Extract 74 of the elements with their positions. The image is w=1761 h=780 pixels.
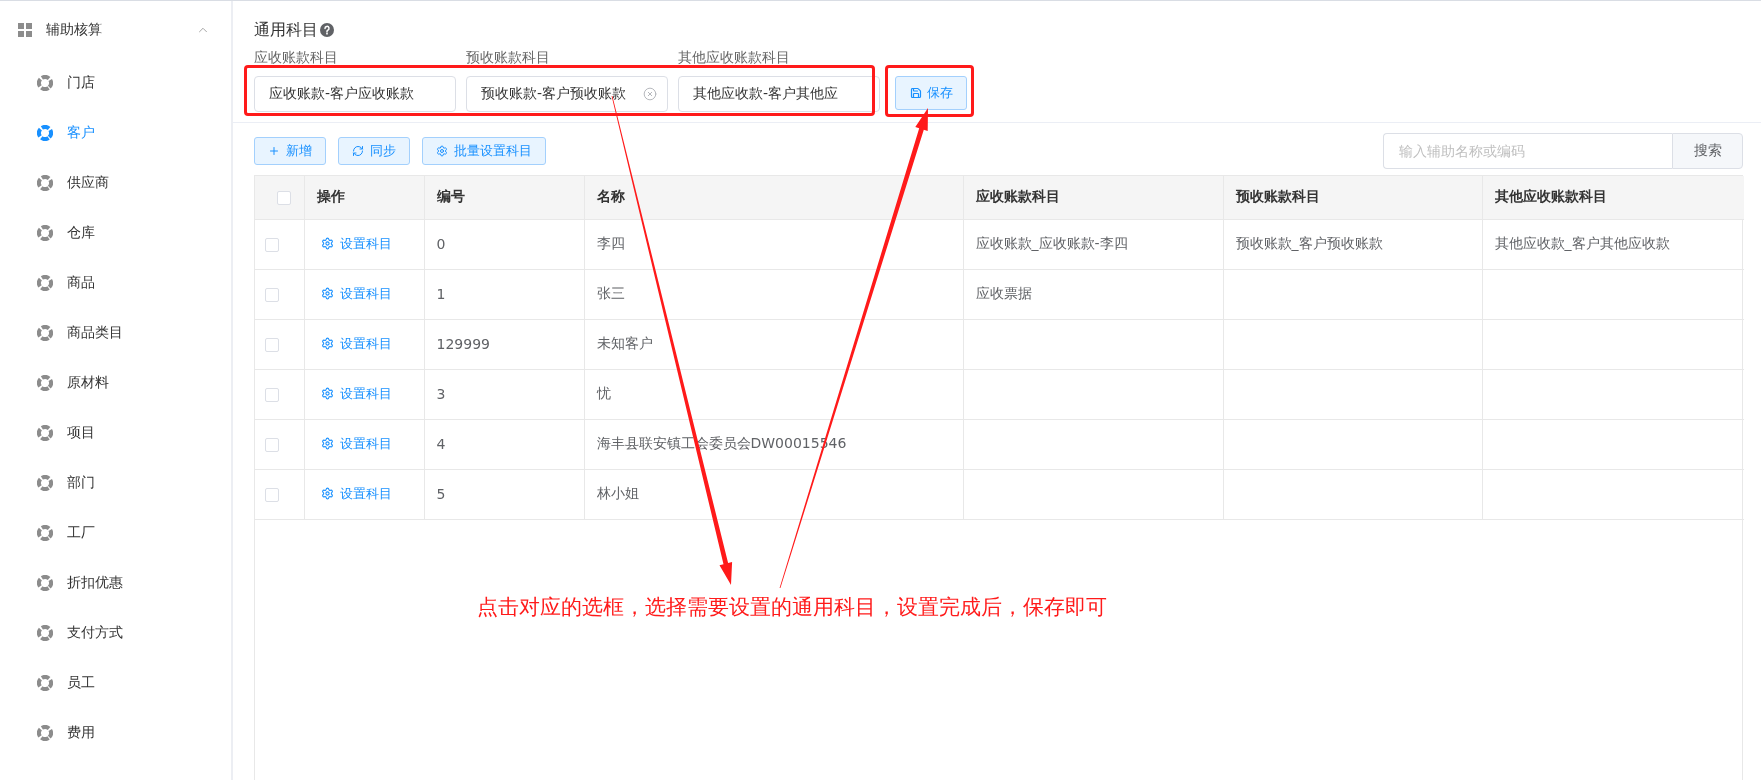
table-cell: 4 (424, 419, 584, 469)
ring-icon (37, 125, 53, 141)
table-cell: 129999 (424, 319, 584, 369)
gear-icon (320, 337, 334, 351)
field-label: 其他应收账款科目 (678, 48, 791, 66)
sidebar-item[interactable]: 原材料 (0, 358, 231, 408)
table-cell: 0 (424, 219, 584, 269)
column-header: 预收账款科目 (1223, 176, 1482, 219)
sidebar-item[interactable]: 工厂 (0, 508, 231, 558)
sidebar-item[interactable]: 项目 (0, 408, 231, 458)
column-header: 其他应收账款科目 (1482, 176, 1744, 219)
account-select[interactable]: 应收账款-客户应收账款 (254, 76, 456, 112)
ring-icon (37, 375, 53, 391)
annotation-note: 点击对应的选框，选择需要设置的通用科目，设置完成后，保存即可 (477, 594, 1107, 620)
ring-icon (37, 575, 53, 591)
checkbox[interactable] (265, 488, 279, 502)
search-field[interactable]: 输入辅助名称或编码 (1383, 133, 1672, 169)
checkbox[interactable] (265, 238, 279, 252)
section-title: 通用科目 (254, 19, 318, 41)
sidebar-item[interactable]: 费用 (0, 708, 231, 758)
sidebar-item[interactable]: 员工 (0, 658, 231, 708)
grid-icon (18, 22, 32, 37)
sidebar-item[interactable]: 供应商 (0, 158, 231, 208)
ring-icon (37, 425, 53, 441)
gear-icon (320, 237, 334, 251)
column-header: 名称 (584, 176, 963, 219)
refresh-icon (352, 145, 364, 157)
column-header: 操作 (304, 176, 424, 219)
clear-icon[interactable] (643, 87, 657, 101)
plus-icon (268, 145, 280, 157)
table-cell: 1 (424, 269, 584, 319)
ring-icon (37, 525, 53, 541)
column-header: 编号 (424, 176, 584, 219)
save-icon (909, 87, 922, 99)
checkbox[interactable] (265, 338, 279, 352)
table-cell: 预收账款_客户预收账款 (1223, 219, 1482, 269)
field-label: 应收账款科目 (254, 48, 339, 66)
table-cell: 应收票据 (963, 269, 1223, 319)
ring-icon (37, 225, 53, 241)
sidebar-item[interactable]: 仓库 (0, 208, 231, 258)
sidebar-item[interactable]: 部门 (0, 458, 231, 508)
account-select[interactable]: 其他应收款-客户其他应 (678, 76, 880, 112)
checkbox[interactable] (265, 438, 279, 452)
ring-icon (37, 475, 53, 491)
sidebar-item[interactable]: 商品类目 (0, 308, 231, 358)
gear-icon (436, 145, 448, 157)
search-button[interactable]: 搜索 (1672, 133, 1743, 169)
ring-icon (37, 325, 53, 341)
table-cell: 5 (424, 469, 584, 519)
sidebar-item[interactable]: 门店 (0, 58, 231, 108)
table-cell: 其他应收款_客户其他应收款 (1482, 219, 1744, 269)
gear-icon (320, 437, 334, 451)
ring-icon (37, 675, 53, 691)
gear-icon (320, 287, 334, 301)
ring-icon (37, 625, 53, 641)
ring-icon (37, 75, 53, 91)
ring-icon (37, 275, 53, 291)
ring-icon (37, 725, 53, 741)
gear-icon (320, 487, 334, 501)
menu-group-header[interactable]: 辅助核算 (0, 1, 231, 58)
column-header: 应收账款科目 (963, 176, 1223, 219)
sidebar-item[interactable]: 商品 (0, 258, 231, 308)
table-cell: 应收账款_应收账款-李四 (963, 219, 1223, 269)
account-select[interactable]: 预收账款-客户预收账款 (466, 76, 668, 112)
gear-icon (320, 387, 334, 401)
help-icon[interactable] (320, 23, 334, 37)
checkbox[interactable] (265, 288, 279, 302)
table-cell: 3 (424, 369, 584, 419)
field-label: 预收账款科目 (466, 48, 551, 66)
sidebar-item[interactable]: 支付方式 (0, 608, 231, 658)
checkbox[interactable] (277, 191, 292, 206)
checkbox[interactable] (265, 388, 279, 402)
sidebar-item[interactable]: 折扣优惠 (0, 558, 231, 608)
ring-icon (37, 175, 53, 191)
